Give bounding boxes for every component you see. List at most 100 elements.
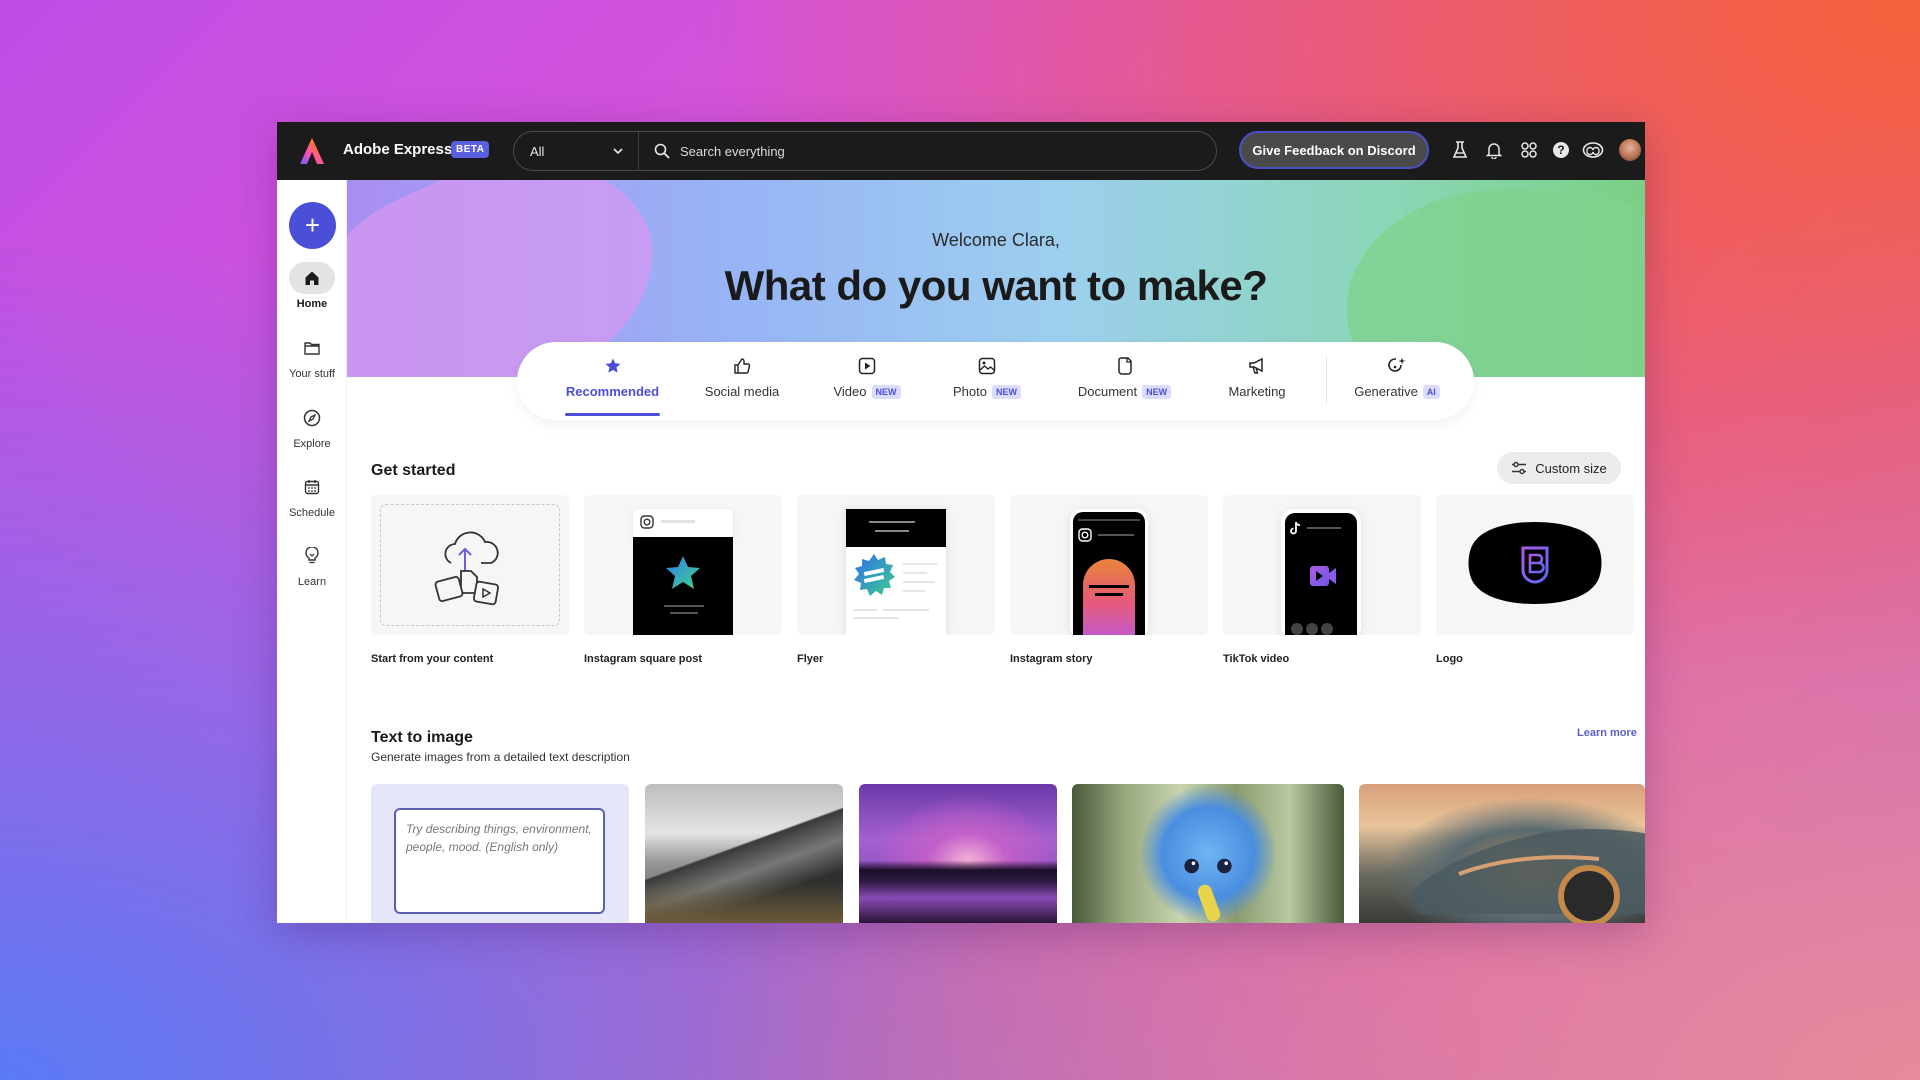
user-avatar[interactable] xyxy=(1619,139,1641,161)
sidebar-item-label: Schedule xyxy=(289,507,335,519)
text-to-image-title: Text to image xyxy=(371,729,473,746)
app-title: Adobe Express xyxy=(343,141,453,158)
bell-icon[interactable] xyxy=(1483,139,1505,161)
tab-document[interactable]: Document NEW xyxy=(1077,354,1172,399)
document-icon xyxy=(1117,357,1132,375)
tab-generative[interactable]: Generative AI xyxy=(1347,354,1447,399)
template-card-instagram-square-post[interactable]: Instagram square post xyxy=(584,495,782,665)
card-thumbnail xyxy=(1010,495,1208,635)
card-label: Flyer xyxy=(797,653,824,665)
home-icon xyxy=(305,271,319,285)
search-bar: All xyxy=(513,131,1217,171)
calendar-icon xyxy=(304,480,320,495)
sidebar-item-schedule[interactable]: Schedule xyxy=(277,471,347,519)
adobe-express-logo[interactable] xyxy=(299,137,325,165)
tab-marketing[interactable]: Marketing xyxy=(1222,354,1292,399)
sidebar-item-label: Explore xyxy=(293,438,331,450)
sliders-icon xyxy=(1512,461,1527,475)
filter-value: All xyxy=(530,143,545,159)
new-badge: NEW xyxy=(1142,384,1172,399)
folder-icon xyxy=(304,342,320,355)
instagram-icon xyxy=(1078,528,1092,542)
tab-recommended[interactable]: Recommended xyxy=(565,354,660,399)
megaphone-icon xyxy=(1249,357,1263,374)
beta-badge: BETA xyxy=(451,141,490,158)
tab-label: Generative xyxy=(1354,384,1418,399)
template-card-flyer[interactable]: Flyer xyxy=(797,495,995,665)
new-badge: NEW xyxy=(871,384,901,399)
create-new-button[interactable]: + xyxy=(289,202,336,249)
tab-label: Marketing xyxy=(1228,384,1286,399)
example-image-blue-creature[interactable] xyxy=(1072,784,1344,923)
sidebar-item-home[interactable]: Home xyxy=(277,262,347,310)
learn-more-link[interactable]: Learn more xyxy=(1577,727,1637,739)
badge-graphic xyxy=(854,554,895,596)
tab-photo[interactable]: Photo NEW xyxy=(952,354,1022,399)
star-icon xyxy=(605,358,620,373)
example-image-sunset[interactable] xyxy=(859,784,1057,923)
video-camera-icon xyxy=(1310,566,1336,586)
card-label: Instagram story xyxy=(1010,653,1093,665)
card-label: TikTok video xyxy=(1223,653,1290,665)
search-filter-dropdown[interactable]: All xyxy=(514,132,639,170)
card-label: Instagram square post xyxy=(584,653,702,665)
template-card-start-from-content[interactable]: Start from your content xyxy=(371,495,569,665)
logo-graphic xyxy=(1468,522,1602,604)
custom-size-label: Custom size xyxy=(1535,460,1607,476)
sidebar-item-your-stuff[interactable]: Your stuff xyxy=(277,332,347,380)
page-headline: What do you want to make? xyxy=(724,262,1268,309)
card-thumbnail xyxy=(797,495,995,635)
thumbs-up-icon xyxy=(734,358,751,374)
sidebar-item-label: Your stuff xyxy=(289,368,335,380)
sidebar-item-explore[interactable]: Explore xyxy=(277,402,347,450)
card-label: Start from your content xyxy=(371,653,494,665)
card-thumbnail xyxy=(371,495,569,635)
tab-social-media[interactable]: Social media xyxy=(702,354,782,399)
tiktok-icon xyxy=(1290,521,1301,535)
tab-label: Document xyxy=(1077,384,1138,399)
card-thumbnail xyxy=(1223,495,1421,635)
tab-label: Social media xyxy=(704,384,780,399)
sidebar-item-label: Home xyxy=(296,298,328,310)
category-tabs: Recommended Social media Video NEW Photo N… xyxy=(517,342,1474,420)
example-image-mountains[interactable] xyxy=(645,784,843,923)
template-card-tiktok-video[interactable]: TikTok video xyxy=(1223,495,1421,665)
video-play-icon xyxy=(858,357,876,375)
example-image-sports-car[interactable] xyxy=(1359,784,1645,923)
top-bar: Adobe Express BETA All Give Feedback on … xyxy=(277,122,1645,180)
sidebar: + Home Your stuff Explore Schedule Learn xyxy=(277,180,347,923)
text-to-image-prompt-input[interactable] xyxy=(394,808,605,914)
star-graphic xyxy=(666,556,700,589)
help-icon[interactable]: ? xyxy=(1550,139,1572,161)
photo-icon xyxy=(978,357,996,375)
welcome-message: Welcome Clara, xyxy=(932,230,1060,250)
template-card-instagram-story[interactable]: Instagram story xyxy=(1010,495,1208,665)
custom-size-button[interactable]: Custom size xyxy=(1497,452,1621,484)
instagram-icon xyxy=(640,515,654,529)
creative-cloud-icon[interactable] xyxy=(1582,139,1604,161)
tab-label: Video xyxy=(833,384,867,399)
app-window: Adobe Express BETA All Give Feedback on … xyxy=(277,122,1645,923)
generative-sparkle-icon xyxy=(1388,357,1406,372)
card-thumbnail xyxy=(584,495,782,635)
sidebar-item-learn[interactable]: Learn xyxy=(277,540,347,588)
lightbulb-icon xyxy=(305,547,319,564)
ai-badge: AI xyxy=(1422,384,1440,399)
card-thumbnail xyxy=(1436,495,1634,635)
prompt-card xyxy=(371,784,629,923)
search-input[interactable] xyxy=(640,132,1210,170)
labs-flask-icon[interactable] xyxy=(1449,139,1471,161)
tab-video[interactable]: Video NEW xyxy=(832,354,902,399)
svg-text:?: ? xyxy=(1557,143,1564,157)
card-label: Logo xyxy=(1436,653,1463,665)
get-started-title: Get started xyxy=(371,462,456,479)
chevron-down-icon xyxy=(613,148,623,155)
discord-feedback-button[interactable]: Give Feedback on Discord xyxy=(1239,131,1429,169)
tab-label: Photo xyxy=(953,384,987,399)
apps-grid-icon[interactable] xyxy=(1518,139,1540,161)
tab-divider xyxy=(1326,356,1327,404)
template-card-logo[interactable]: Logo xyxy=(1436,495,1634,665)
car-silhouette xyxy=(1409,829,1645,923)
tab-label: Recommended xyxy=(565,384,660,399)
new-badge: NEW xyxy=(991,384,1021,399)
